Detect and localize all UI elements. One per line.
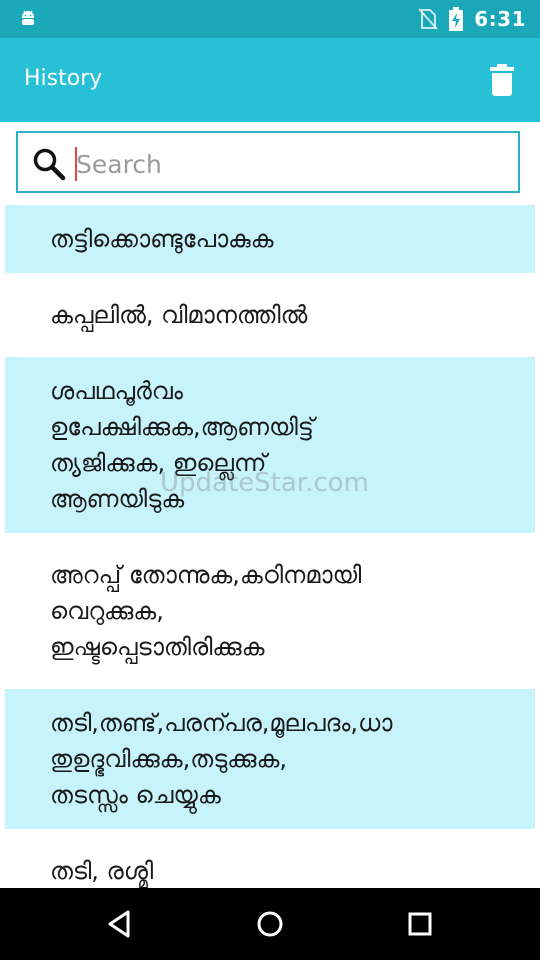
list-item[interactable]: തടി,തണ്ട്,പരന്പര,മൂലപദം,ധാ തുഉദ്ഭവിക്കുക… — [5, 689, 535, 829]
list-item[interactable]: തട്ടിക്കൊണ്ടുപോകുക — [5, 205, 535, 273]
list-item[interactable]: അറപ്പ് തോന്നുക,കഠിനമായി വെറുക്കുക, ഇഷ്ടപ… — [5, 541, 535, 681]
back-icon[interactable] — [104, 908, 136, 940]
app-bar: History — [0, 38, 540, 122]
navigation-bar — [0, 888, 540, 960]
no-sim-icon — [418, 8, 438, 30]
list-item[interactable]: കപ്പലിൽ, വിമാനത്തിൽ — [5, 281, 535, 349]
status-icons: 6:31 — [418, 0, 526, 38]
home-icon[interactable] — [254, 908, 286, 940]
page-title: History — [24, 66, 103, 91]
search-input[interactable] — [74, 141, 508, 187]
list-item[interactable]: തടി, രശ്മി — [5, 837, 535, 888]
android-icon — [22, 10, 34, 25]
list-item[interactable]: ശപഥപൂർവം ഉപേക്ഷിക്കുക,ആണയിട്ട് ത്യജിക്കു… — [5, 357, 535, 533]
search-box[interactable] — [16, 131, 520, 193]
search-icon — [33, 148, 66, 181]
status-time: 6:31 — [474, 7, 526, 31]
trash-icon[interactable] — [484, 62, 520, 98]
history-list[interactable]: തട്ടിക്കൊണ്ടുപോകുക കപ്പലിൽ, വിമാനത്തിൽ ശ… — [5, 205, 535, 888]
battery-charging-icon — [449, 7, 464, 31]
status-bar: 6:31 — [0, 0, 540, 38]
recents-icon[interactable] — [404, 908, 436, 940]
